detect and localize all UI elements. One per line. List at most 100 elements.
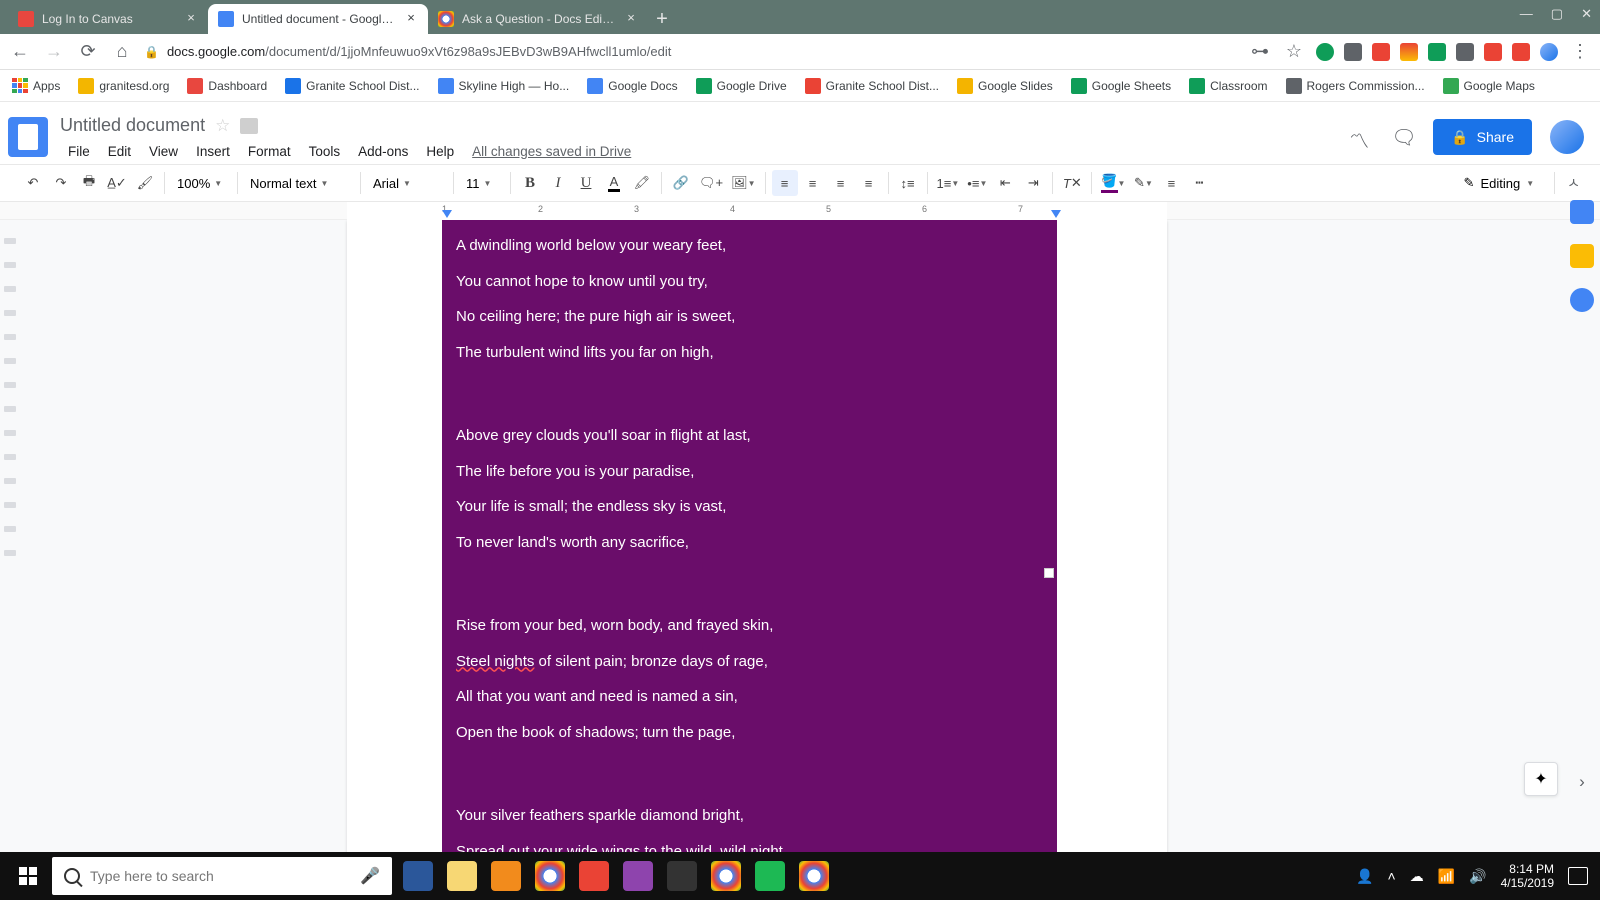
right-indent-marker[interactable] — [1051, 210, 1061, 218]
poem-line[interactable]: Spread out your wide wings to the wild, … — [456, 842, 1043, 853]
maximize-button[interactable]: ▢ — [1551, 6, 1563, 22]
tab-docs[interactable]: Untitled document - Google Docs × — [208, 4, 428, 34]
fill-color-button[interactable]: 🪣▼ — [1098, 170, 1128, 196]
bulleted-list-button[interactable]: •≡▼ — [964, 170, 990, 196]
menu-add-ons[interactable]: Add-ons — [350, 141, 416, 162]
taskbar-app-chrome-2[interactable] — [704, 852, 748, 900]
taskbar-app-chrome-canary[interactable] — [572, 852, 616, 900]
bookmark-item[interactable]: Skyline High — Ho... — [438, 78, 570, 94]
bookmark-item[interactable]: Granite School Dist... — [805, 78, 939, 94]
close-icon[interactable]: × — [184, 12, 198, 26]
taskbar-app-chrome-1[interactable] — [528, 852, 572, 900]
close-window-button[interactable]: ✕ — [1581, 6, 1592, 22]
tasks-icon[interactable] — [1570, 288, 1594, 312]
people-icon[interactable]: 👤 — [1356, 868, 1373, 885]
clock[interactable]: 8:14 PM 4/15/2019 — [1501, 862, 1554, 891]
bold-button[interactable]: B — [517, 170, 543, 196]
star-icon[interactable]: ☆ — [1282, 40, 1306, 64]
insert-link-button[interactable]: 🔗 — [668, 170, 694, 196]
home-button[interactable]: ⌂ — [110, 40, 134, 64]
bookmark-item[interactable]: Apps — [12, 78, 60, 94]
volume-icon[interactable]: 🔊 — [1469, 868, 1486, 885]
mode-select[interactable]: ✎ Editing ▼ — [1456, 175, 1543, 191]
activity-icon[interactable]: 〽 — [1349, 125, 1373, 149]
docs-logo-icon[interactable] — [8, 117, 48, 157]
back-button[interactable]: ← — [8, 40, 32, 64]
spellcheck-underline[interactable]: Steel nights — [456, 653, 534, 670]
minimize-button[interactable]: — — [1520, 6, 1533, 22]
zoom-select[interactable]: 100%▼ — [171, 176, 231, 191]
bookmark-item[interactable]: Classroom — [1189, 78, 1267, 94]
tab-help[interactable]: Ask a Question - Docs Editors Help × — [428, 4, 648, 34]
border-color-button[interactable]: ✎▼ — [1130, 170, 1156, 196]
url-field[interactable]: 🔒 docs.google.com/document/d/1jjoMnfeuwu… — [144, 44, 1238, 59]
folder-icon[interactable] — [240, 118, 258, 134]
decrease-indent-button[interactable]: ⇤ — [992, 170, 1018, 196]
menu-view[interactable]: View — [141, 141, 186, 162]
ext-icon[interactable] — [1400, 43, 1418, 61]
menu-edit[interactable]: Edit — [100, 141, 139, 162]
poem-line[interactable]: Your silver feathers sparkle diamond bri… — [456, 806, 1043, 826]
start-button[interactable] — [4, 852, 52, 900]
taskbar-app-calculator[interactable] — [660, 852, 704, 900]
star-icon[interactable]: ☆ — [215, 116, 230, 136]
align-right-button[interactable]: ≡ — [828, 170, 854, 196]
save-status[interactable]: All changes saved in Drive — [472, 141, 631, 162]
insert-image-button[interactable]: 🖼▼ — [728, 170, 758, 196]
undo-button[interactable]: ↶ — [20, 170, 46, 196]
poem-line[interactable]: The life before you is your paradise, — [456, 462, 1043, 482]
collapse-toolbar-button[interactable]: ㅅ — [1567, 173, 1580, 193]
menu-file[interactable]: File — [60, 141, 98, 162]
taskbar-app-file-explorer[interactable] — [440, 852, 484, 900]
ext-icon[interactable] — [1372, 43, 1390, 61]
menu-tools[interactable]: Tools — [301, 141, 349, 162]
share-button[interactable]: 🔒 Share — [1433, 119, 1532, 155]
taskbar-app-word[interactable] — [396, 852, 440, 900]
numbered-list-button[interactable]: 1≡▼ — [934, 170, 963, 196]
poem-line[interactable]: To never land's worth any sacrifice, — [456, 533, 1043, 553]
bookmark-item[interactable]: Rogers Commission... — [1286, 78, 1425, 94]
menu-format[interactable]: Format — [240, 141, 299, 162]
poem-line[interactable]: Steel nights of silent pain; bronze days… — [456, 652, 1043, 672]
align-justify-button[interactable]: ≡ — [856, 170, 882, 196]
poem-line[interactable]: All that you want and need is named a si… — [456, 687, 1043, 707]
tab-canvas[interactable]: Log In to Canvas × — [8, 4, 208, 34]
bookmark-item[interactable]: Google Sheets — [1071, 78, 1171, 94]
explore-button[interactable]: ✦ — [1524, 762, 1558, 796]
poem-line[interactable]: A dwindling world below your weary feet, — [456, 236, 1043, 256]
menu-help[interactable]: Help — [418, 141, 462, 162]
bookmark-item[interactable]: Google Maps — [1443, 78, 1535, 94]
onedrive-icon[interactable]: ☁ — [1410, 868, 1424, 885]
highlight-button[interactable]: 🖍 — [629, 170, 655, 196]
bookmark-item[interactable]: Google Slides — [957, 78, 1053, 94]
increase-indent-button[interactable]: ⇥ — [1020, 170, 1046, 196]
taskbar-app-snip[interactable] — [616, 852, 660, 900]
line-spacing-button[interactable]: ↕≡ — [895, 170, 921, 196]
poem-line[interactable]: Open the book of shadows; turn the page, — [456, 723, 1043, 743]
selection-handle[interactable] — [1044, 568, 1054, 578]
ruler[interactable]: 1234567 — [0, 202, 1600, 220]
comments-icon[interactable]: 🗨 — [1391, 125, 1415, 149]
paint-format-button[interactable]: 🖌 — [132, 170, 158, 196]
poem-line[interactable]: Above grey clouds you'll soar in flight … — [456, 426, 1043, 446]
profile-avatar-icon[interactable] — [1540, 43, 1558, 61]
underline-button[interactable]: U — [573, 170, 599, 196]
account-avatar[interactable] — [1550, 120, 1584, 154]
ext-icon[interactable] — [1344, 43, 1362, 61]
print-button[interactable]: 🖶 — [76, 170, 102, 196]
poem-line[interactable]: Rise from your bed, worn body, and fraye… — [456, 616, 1043, 636]
notifications-icon[interactable] — [1568, 867, 1588, 885]
poem-line[interactable]: The turbulent wind lifts you far on high… — [456, 343, 1043, 363]
taskbar-app-spotify[interactable] — [748, 852, 792, 900]
ext-icon[interactable] — [1428, 43, 1446, 61]
align-center-button[interactable]: ≡ — [800, 170, 826, 196]
calendar-icon[interactable] — [1570, 200, 1594, 224]
spellcheck-button[interactable]: A̲✓ — [104, 170, 130, 196]
chrome-menu-icon[interactable]: ⋮ — [1568, 40, 1592, 64]
taskbar-app-chrome-active[interactable] — [792, 852, 836, 900]
ext-icon[interactable] — [1456, 43, 1474, 61]
mic-icon[interactable]: 🎤 — [360, 866, 380, 886]
italic-button[interactable]: I — [545, 170, 571, 196]
bookmark-item[interactable]: Granite School Dist... — [285, 78, 419, 94]
scroll-right-button[interactable]: › — [1570, 772, 1594, 796]
